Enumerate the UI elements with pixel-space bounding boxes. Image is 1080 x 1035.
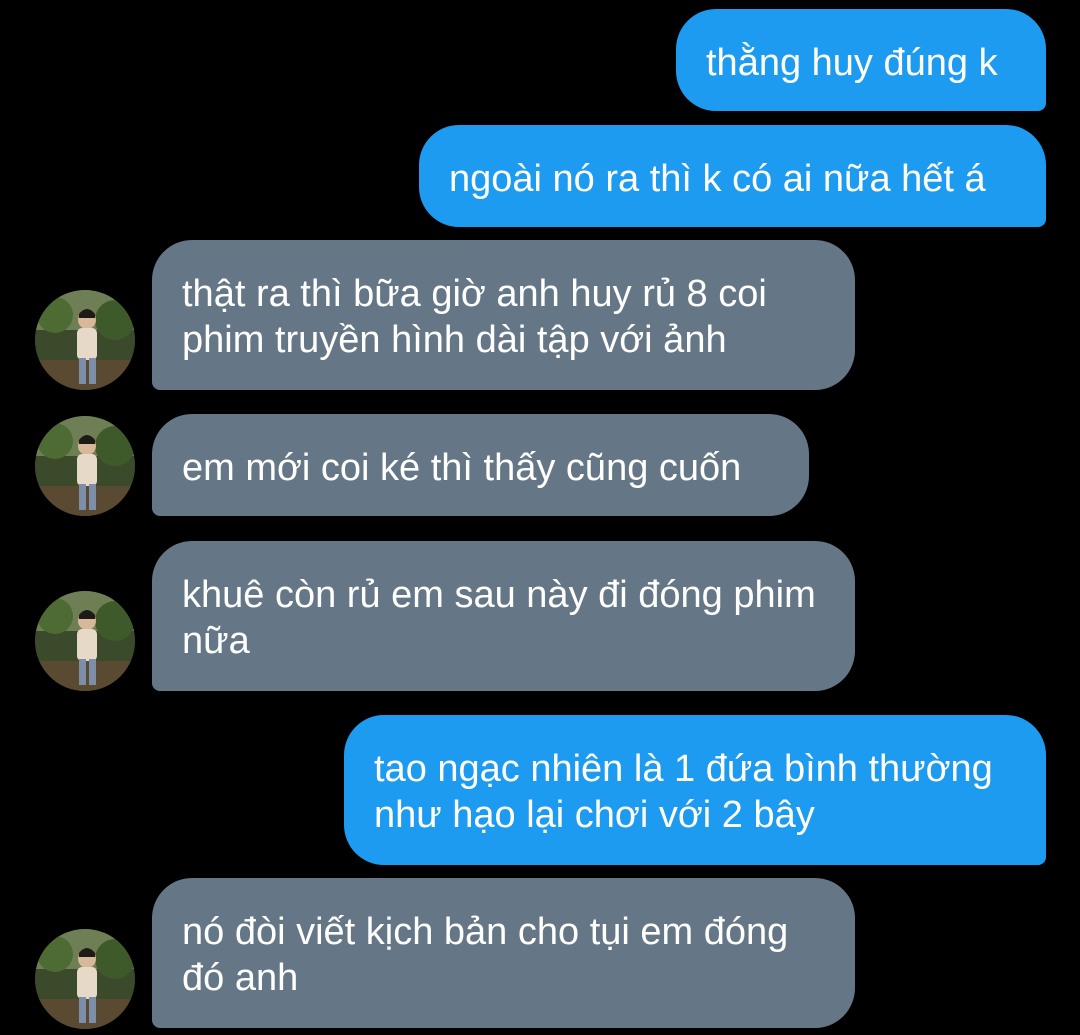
conversation-view: thằng huy đúng k ngoài nó ra thì k có ai…	[0, 0, 1080, 1035]
person-photo-icon	[35, 929, 135, 1029]
person-photo-icon	[35, 290, 135, 390]
message-text: tao ngạc nhiên là 1 đứa bình thường như …	[374, 748, 993, 836]
message-text: nó đòi viết kịch bản cho tụi em đóng đó …	[182, 911, 789, 999]
outgoing-message-bubble[interactable]: tao ngạc nhiên là 1 đứa bình thường như …	[344, 715, 1046, 865]
message-text: khuê còn rủ em sau này đi đóng phim nữa	[182, 574, 816, 662]
message-text: thật ra thì bữa giờ anh huy rủ 8 coi phi…	[182, 273, 767, 361]
person-photo-icon	[35, 591, 135, 691]
contact-avatar[interactable]	[35, 591, 135, 691]
contact-avatar[interactable]	[35, 290, 135, 390]
outgoing-message-bubble[interactable]: ngoài nó ra thì k có ai nữa hết á	[419, 125, 1046, 227]
message-text: ngoài nó ra thì k có ai nữa hết á	[449, 158, 986, 200]
person-photo-icon	[35, 416, 135, 516]
message-text: em mới coi ké thì thấy cũng cuốn	[182, 447, 742, 489]
incoming-message-bubble[interactable]: khuê còn rủ em sau này đi đóng phim nữa	[152, 541, 855, 691]
contact-avatar[interactable]	[35, 929, 135, 1029]
outgoing-message-bubble[interactable]: thằng huy đúng k	[676, 9, 1046, 111]
incoming-message-bubble[interactable]: thật ra thì bữa giờ anh huy rủ 8 coi phi…	[152, 240, 855, 390]
contact-avatar[interactable]	[35, 416, 135, 516]
incoming-message-bubble[interactable]: em mới coi ké thì thấy cũng cuốn	[152, 414, 809, 516]
incoming-message-bubble[interactable]: nó đòi viết kịch bản cho tụi em đóng đó …	[152, 878, 855, 1028]
message-text: thằng huy đúng k	[706, 42, 998, 84]
